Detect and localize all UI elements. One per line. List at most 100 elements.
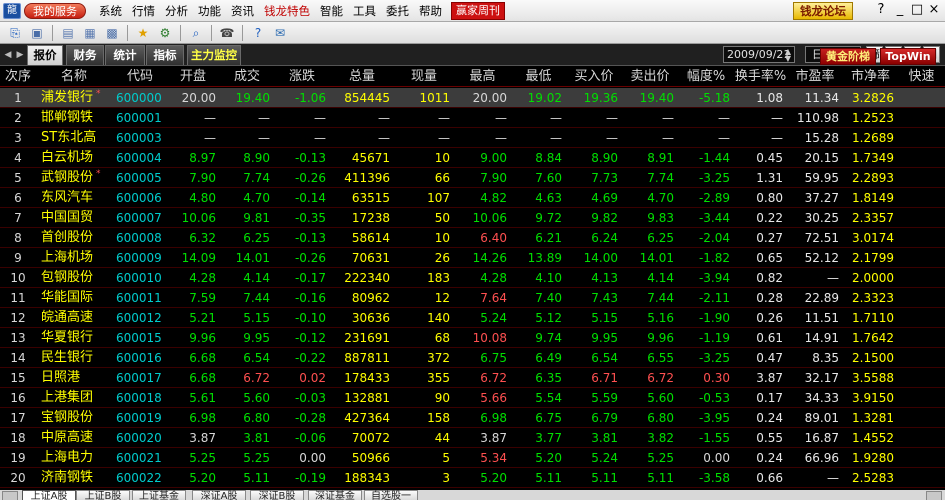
cell-turn: 0.55 [756,431,783,445]
tab-0[interactable]: 报价 [27,45,63,65]
chart-icon[interactable]: ▩ [103,24,121,42]
menu-item-6[interactable]: 智能 [315,1,348,21]
table-row[interactable]: 8 首创股份 600008 6.32 6.25 -0.13 58614 10 6.40 6.21 6… [0,228,945,248]
report-icon[interactable]: ▦ [81,24,99,42]
column-header-bid[interactable]: 买入价 [566,66,622,87]
restore-icon[interactable]: □ [909,2,925,18]
column-header-low[interactable]: 最低 [511,66,566,87]
column-header-code[interactable]: 代码 [114,66,166,87]
tab-2[interactable]: 统计 [105,45,145,65]
tab-4[interactable]: 主力监控 [187,45,241,65]
menu-item-2[interactable]: 分析 [160,1,193,21]
gold-ladder-button[interactable]: 黄金阶梯 [820,48,876,65]
cell-bid: 7.73 [591,171,618,185]
search-icon[interactable]: ⌕ [187,24,205,42]
my-service-button[interactable]: 我的服务 [24,2,86,19]
cell-pe: 32.17 [804,371,839,385]
menu-item-4[interactable]: 资讯 [226,1,259,21]
cell-pe: 66.96 [804,451,839,465]
cell-ask: — [662,111,674,125]
cell-pe: 59.95 [804,171,839,185]
column-header-last[interactable]: 成交 [220,66,274,87]
menu-item-1[interactable]: 行情 [127,1,160,21]
column-header-chg[interactable]: 涨跌 [274,66,330,87]
help-icon[interactable]: ? [249,24,267,42]
tab-3[interactable]: 指标 [146,45,184,65]
table-row[interactable]: 16 上港集团 600018 5.61 5.60 -0.03 132881 90 5.66 5.5… [0,388,945,408]
cell-pct: -2.89 [698,191,730,205]
spin-down-icon[interactable]: ▼ [784,55,792,63]
table-row[interactable]: 9 上海机场 600009 14.09 14.01 -0.26 70631 26 14.26 13… [0,248,945,268]
column-header-vol[interactable]: 总量 [330,66,394,87]
table-row[interactable]: 6 东风汽车 600006 4.80 4.70 -0.14 63515 107 4.82 4.63… [0,188,945,208]
market-tab-1[interactable]: 上证B股 [76,490,130,500]
table-row[interactable]: 4 白云机场 600004 8.97 8.90 -0.13 45671 10 9.00 8.84 8… [0,148,945,168]
cell-last: 5.11 [243,471,270,485]
table-row[interactable]: 3 ST东北高 600003 — — — — — — — — — — — 15.28 1.2689 [0,128,945,148]
column-header-turn[interactable]: 换手率% [734,66,787,87]
menu-item-7[interactable]: 工具 [348,1,381,21]
column-header-no[interactable]: 次序 [0,66,36,87]
minimize-icon[interactable]: _ [892,2,908,18]
topwin-button[interactable]: TopWin [880,48,936,65]
table-row[interactable]: 17 宝钢股份 600019 6.98 6.80 -0.28 427364 158 6.98 6.… [0,408,945,428]
cell-chg: 0.02 [299,371,326,385]
chat-icon[interactable]: ✉ [271,24,289,42]
table-row[interactable]: 1 浦发银行 * 600000 20.00 19.40 -1.06 854445 1011 20.… [0,88,945,108]
market-tab-6[interactable]: 自选股一 [364,490,418,500]
star-icon[interactable]: ★ [134,24,152,42]
table-row[interactable]: 10 包钢股份 600010 4.28 4.14 -0.17 222340 183 4.28 4.… [0,268,945,288]
column-header-open[interactable]: 开盘 [166,66,220,87]
table-row[interactable]: 7 中国国贸 600007 10.06 9.81 -0.35 17238 50 10.06 9.7… [0,208,945,228]
market-tab-5[interactable]: 深证基金 [308,490,362,500]
table-row[interactable]: 12 皖通高速 600012 5.21 5.15 -0.10 30636 140 5.24 5.1… [0,308,945,328]
table-row[interactable]: 15 日照港 600017 6.68 6.72 0.02 178433 355 6.72 6.35… [0,368,945,388]
forum-button[interactable]: 钱龙论坛 [793,2,853,20]
close-icon[interactable]: × [926,2,942,18]
cell-no: 8 [14,231,22,245]
table-row[interactable]: 11 华能国际 600011 7.59 7.44 -0.16 80962 12 7.64 7.40… [0,288,945,308]
menu-item-3[interactable]: 功能 [193,1,226,21]
cell-low: 5.12 [535,311,562,325]
table-row[interactable]: 2 邯郸钢铁 600001 — — — — — — — — — — — 110.98 1.2523 [0,108,945,128]
market-tab-3[interactable]: 深证A股 [192,490,246,500]
menu-item-8[interactable]: 委托 [381,1,414,21]
flow-icon[interactable]: ⎘ [6,24,24,42]
winner-weekly-button[interactable]: 赢家周刊 [451,1,505,20]
market-tab-4[interactable]: 深证B股 [250,490,304,500]
menu-item-0[interactable]: 系统 [94,1,127,21]
help-icon[interactable]: ? [873,2,889,18]
window-icon[interactable]: ▣ [28,24,46,42]
tab-scroll-left-icon[interactable] [2,491,18,500]
menu-item-9[interactable]: 帮助 [414,1,447,21]
tools-icon[interactable]: ⚙ [156,24,174,42]
cell-ask: 9.96 [647,331,674,345]
table-row[interactable]: 18 中原高速 600020 3.87 3.81 -0.06 70072 44 3.87 3.77… [0,428,945,448]
tab-scroll-right-icon[interactable] [926,491,942,500]
tab-prev-icon[interactable]: ◀ [2,47,14,63]
tab-1[interactable]: 财务 [66,45,104,65]
column-header-pe[interactable]: 市盈率 [787,66,843,87]
cell-pct: — [718,131,730,145]
cell-vol: 188343 [344,471,390,485]
table-row[interactable]: 20 济南钢铁 600022 5.20 5.11 -0.19 188343 3 5.20 5.11… [0,468,945,488]
tab-next-icon[interactable]: ▶ [14,47,26,63]
column-header-pb[interactable]: 市净率 [843,66,898,87]
column-header-high[interactable]: 最高 [454,66,511,87]
phone-icon[interactable]: ☎ [218,24,236,42]
market-tab-2[interactable]: 上证基金 [132,490,186,500]
date-picker[interactable]: 2009/09/21 ▲ ▼ [723,46,795,63]
cell-chg: -0.22 [294,351,326,365]
news-icon[interactable]: ▤ [59,24,77,42]
column-header-pct[interactable]: 幅度% [678,66,734,87]
column-header-fast[interactable]: 快速 [898,66,945,87]
market-tab-0[interactable]: 上证A股 [22,490,76,500]
column-header-cur[interactable]: 现量 [394,66,454,87]
menu-item-5[interactable]: 钱龙特色 [259,1,315,21]
cell-name: 华夏银行 [41,330,94,345]
table-row[interactable]: 14 民生银行 600016 6.68 6.54 -0.22 887811 372 6.75 6.… [0,348,945,368]
table-row[interactable]: 5 武钢股份 * 600005 7.90 7.74 -0.26 411396 66 7.90 7.6… [0,168,945,188]
column-header-ask[interactable]: 卖出价 [622,66,678,87]
table-row[interactable]: 19 上海电力 600021 5.25 5.25 0.00 50966 5 5.34 5.20 5.… [0,448,945,468]
table-row[interactable]: 13 华夏银行 600015 9.96 9.95 -0.12 231691 68 10.08 9.… [0,328,945,348]
